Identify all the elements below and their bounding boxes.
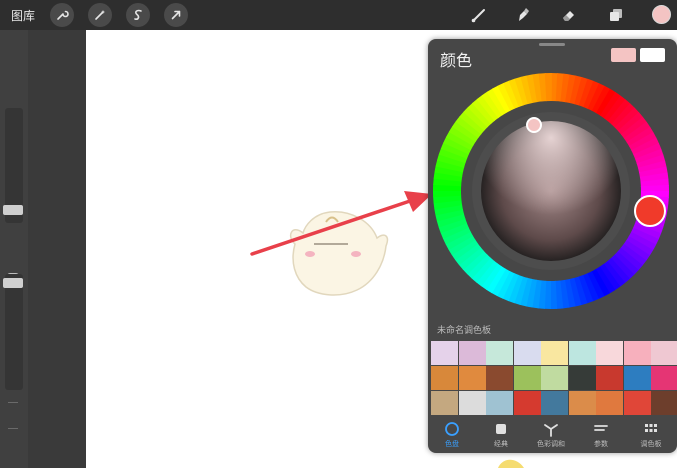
tab-value[interactable]: 参数 bbox=[581, 421, 621, 449]
tab-classic[interactable]: 经典 bbox=[481, 421, 521, 449]
palette-swatch[interactable] bbox=[486, 366, 513, 390]
palette-swatch[interactable] bbox=[541, 341, 568, 365]
palette-name: 未命名调色板 bbox=[437, 326, 492, 336]
palette-swatch[interactable] bbox=[623, 341, 651, 365]
palette-swatch[interactable] bbox=[431, 366, 458, 390]
tab-label: 参数 bbox=[594, 440, 608, 448]
square-icon bbox=[496, 424, 506, 434]
palette-swatch[interactable] bbox=[458, 366, 486, 390]
palette-swatch[interactable] bbox=[651, 341, 677, 365]
palette-swatch[interactable] bbox=[623, 366, 651, 390]
palette-swatch[interactable] bbox=[623, 391, 651, 415]
palette-swatch[interactable] bbox=[513, 391, 541, 415]
harmony-icon bbox=[544, 424, 558, 437]
palette-swatch[interactable] bbox=[568, 391, 596, 415]
palette-swatch[interactable] bbox=[431, 391, 458, 415]
palette-swatch[interactable] bbox=[596, 366, 623, 390]
palette-swatch[interactable] bbox=[486, 391, 513, 415]
palette-swatch[interactable] bbox=[431, 341, 458, 365]
saturation-highlight bbox=[481, 121, 621, 261]
tab-label: 色盘 bbox=[445, 440, 459, 448]
palette-swatch[interactable] bbox=[486, 341, 513, 365]
palette-swatch[interactable] bbox=[458, 341, 486, 365]
palette-swatch[interactable] bbox=[458, 391, 486, 415]
tab-disc[interactable]: 色盘 bbox=[432, 421, 472, 449]
current-color-swatch[interactable] bbox=[611, 48, 636, 62]
tab-label: 调色板 bbox=[640, 440, 662, 448]
palette-swatch[interactable] bbox=[596, 391, 623, 415]
palette-grid bbox=[431, 341, 677, 415]
sliders-icon bbox=[594, 425, 608, 431]
palette-swatch[interactable] bbox=[651, 366, 677, 390]
palette-swatch[interactable] bbox=[596, 341, 623, 365]
panel-title: 颜色 bbox=[440, 51, 473, 70]
color-panel: 颜色 未命名调色板 色盘 经典 色彩调和 参数 调色板 bbox=[428, 39, 677, 453]
hue-handle[interactable] bbox=[634, 195, 666, 227]
palette-swatch[interactable] bbox=[513, 341, 541, 365]
disc-icon bbox=[445, 422, 459, 436]
color-mode-tabs: 色盘 经典 色彩调和 参数 调色板 bbox=[428, 417, 677, 453]
palette-swatch[interactable] bbox=[513, 366, 541, 390]
palette-swatch[interactable] bbox=[651, 391, 677, 415]
color-disc[interactable] bbox=[428, 71, 677, 321]
tab-palettes[interactable]: 调色板 bbox=[631, 421, 671, 449]
palette-swatch[interactable] bbox=[541, 391, 568, 415]
panel-grabber[interactable] bbox=[539, 43, 565, 46]
saturation-handle[interactable] bbox=[526, 117, 542, 133]
tab-label: 色彩调和 bbox=[537, 440, 565, 448]
tab-harmony[interactable]: 色彩调和 bbox=[531, 421, 571, 449]
palette-swatch[interactable] bbox=[568, 341, 596, 365]
previous-color-swatch[interactable] bbox=[640, 48, 665, 62]
tab-label: 经典 bbox=[494, 440, 508, 448]
palette-swatch[interactable] bbox=[541, 366, 568, 390]
palette-swatch[interactable] bbox=[568, 366, 596, 390]
grid-icon bbox=[645, 424, 657, 432]
